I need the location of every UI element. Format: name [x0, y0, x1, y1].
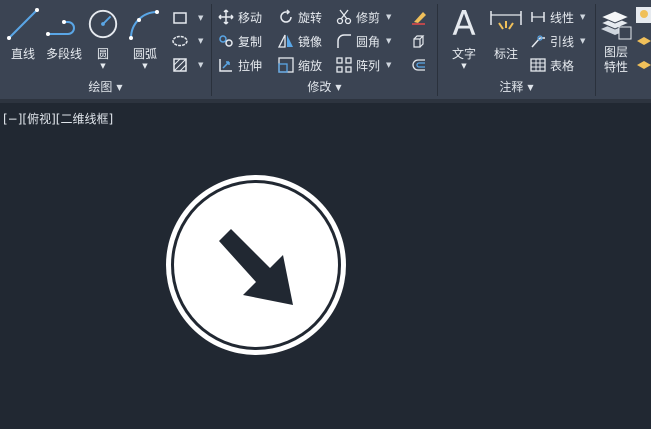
drawing-canvas[interactable] — [0, 0, 651, 429]
direction-sign[interactable] — [166, 175, 346, 355]
